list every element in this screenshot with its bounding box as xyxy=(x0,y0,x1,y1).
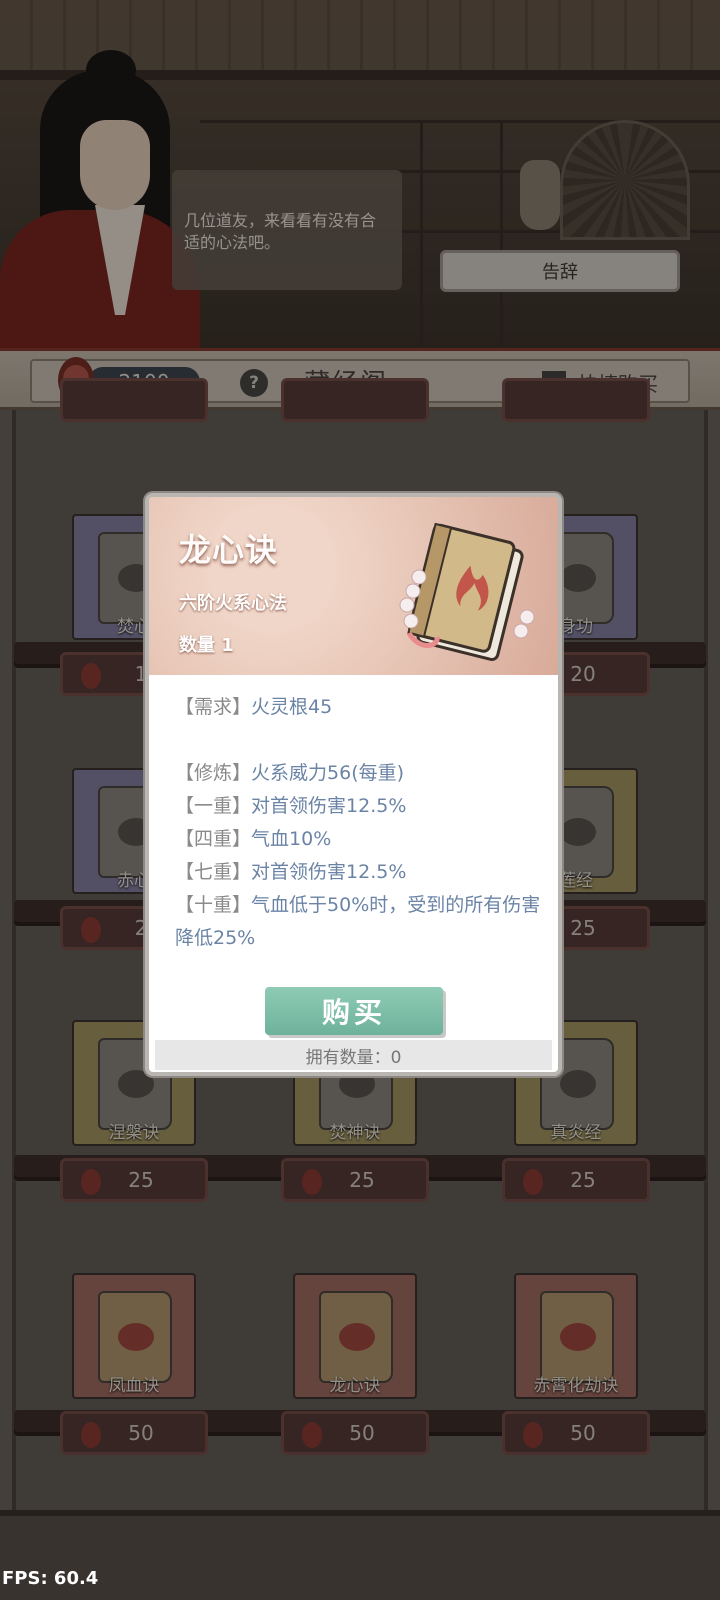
manual-type: 六阶火系心法 xyxy=(179,593,287,614)
effect-row: 【修炼】火系威力56(每重) xyxy=(175,757,545,790)
item-detail-dialog: 龙心诀 六阶火系心法 数量 1 【需求】火灵根45 【修炼】火系威力56(每重) xyxy=(145,493,562,1076)
effect-tag: 【修炼】 xyxy=(175,762,252,784)
effect-tag: 【七重】 xyxy=(175,861,252,883)
requirement-tag: 【需求】 xyxy=(175,696,252,718)
owned-count: 拥有数量：0 xyxy=(155,1040,552,1070)
effect-row: 【七重】对首领伤害12.5% xyxy=(175,856,545,889)
dialog-header: 龙心诀 六阶火系心法 数量 1 xyxy=(149,497,558,675)
requirement-row: 【需求】火灵根45 xyxy=(175,691,545,724)
effect-row: 【十重】气血低于50%时，受到的所有伤害降低25% xyxy=(175,889,545,955)
effect-tag: 【一重】 xyxy=(175,795,252,817)
effect-text: 对首领伤害12.5% xyxy=(251,861,407,883)
effect-tag: 【四重】 xyxy=(175,828,252,850)
requirement-value: 火灵根45 xyxy=(251,696,333,718)
dialog-title: 龙心诀 xyxy=(179,531,279,569)
dragon-heart-manual-icon xyxy=(399,522,535,661)
manual-quantity: 数量 1 xyxy=(179,635,234,656)
effect-text: 火系威力56(每重) xyxy=(251,762,405,784)
buy-button[interactable]: 购买 xyxy=(265,987,443,1035)
effect-row: 【四重】气血10% xyxy=(175,823,545,856)
fps-counter: FPS: 60.4 xyxy=(2,1568,99,1589)
effect-text: 对首领伤害12.5% xyxy=(251,795,407,817)
dialog-description: 【需求】火灵根45 【修炼】火系威力56(每重) 【一重】对首领伤害12.5% … xyxy=(175,691,545,955)
effect-text: 气血10% xyxy=(251,828,332,850)
effect-tag: 【十重】 xyxy=(175,894,252,916)
effect-row: 【一重】对首领伤害12.5% xyxy=(175,790,545,823)
